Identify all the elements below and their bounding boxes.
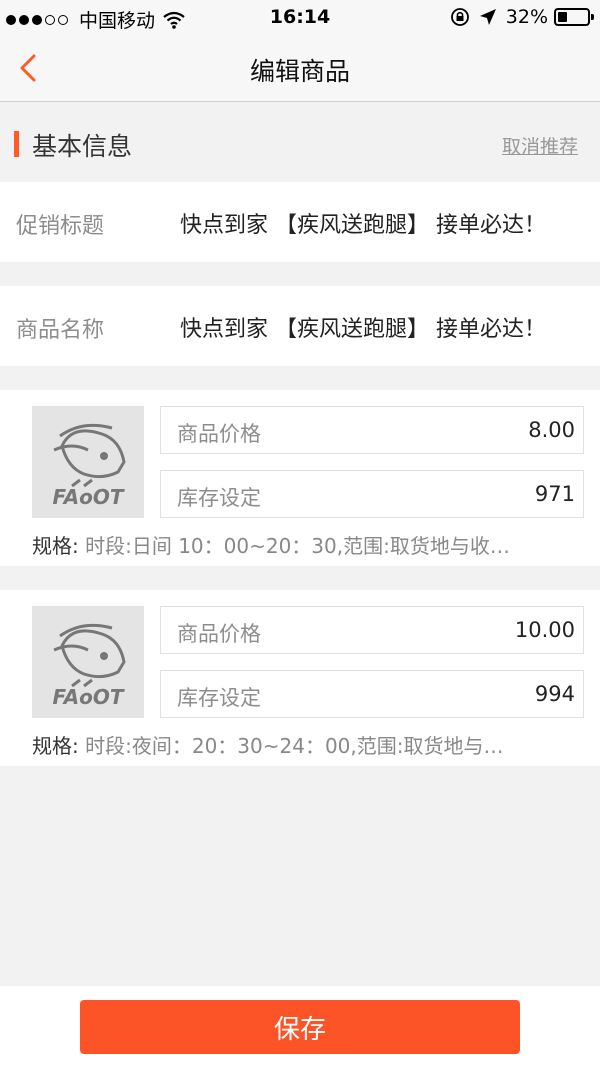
thumb-logo-text: FAoOT [53, 685, 125, 709]
spec-value: 时段:日间 10：00~20：30,范围:取货地与收… [85, 534, 510, 558]
rabbit-logo-icon: FAoOT [53, 623, 126, 709]
spec-line: 规格: 时段:夜间：20：30~24：00,范围:取货地与… [32, 730, 572, 759]
page-title: 编辑商品 [249, 57, 350, 86]
price-label: 商品价格 [177, 422, 261, 446]
product-name-row[interactable]: 商品名称 快点到家 【疾风送跑腿】 接单必达！ [0, 286, 600, 366]
save-button[interactable]: 保存 [80, 1000, 520, 1054]
battery-level [558, 12, 567, 22]
status-bar: 中国移动 16:14 32% [0, 0, 600, 34]
thumb-logo-text: FAoOT [53, 485, 125, 509]
spec-value: 时段:夜间：20：30~24：00,范围:取货地与… [85, 734, 504, 758]
battery-icon [554, 8, 594, 26]
product-card: FAoOT 商品价格 10.00 库存设定 994 规格: 时段:夜间：20：3… [0, 590, 600, 766]
promo-title-value[interactable]: 快点到家 【疾风送跑腿】 接单必达！ [180, 207, 546, 239]
product-thumbnail: FAoOT [32, 406, 144, 518]
rabbit-logo-icon: FAoOT [53, 423, 126, 509]
price-value: 8.00 [528, 418, 575, 442]
section-header-basic-info: 基本信息 取消推荐 [0, 103, 600, 182]
section-title: 基本信息 [32, 132, 133, 161]
location-arrow-icon [479, 9, 496, 25]
stock-value: 971 [534, 482, 575, 506]
price-input[interactable]: 商品价格 10.00 [160, 606, 584, 654]
price-value: 10.00 [514, 618, 575, 642]
bottom-bar: 保存 [0, 986, 600, 1067]
stock-input[interactable]: 库存设定 994 [160, 670, 584, 718]
stock-label: 库存设定 [177, 686, 261, 710]
product-card: FAoOT 商品价格 8.00 库存设定 971 规格: 时段:日间 10：00… [0, 390, 600, 566]
product-name-label: 商品名称 [16, 318, 105, 343]
spec-label: 规格: [32, 734, 79, 758]
cancel-recommend-link[interactable]: 取消推荐 [502, 132, 578, 159]
section-marker [14, 131, 19, 157]
price-input[interactable]: 商品价格 8.00 [160, 406, 584, 454]
product-thumbnail: FAoOT [32, 606, 144, 718]
promo-title-row[interactable]: 促销标题 快点到家 【疾风送跑腿】 接单必达！ [0, 182, 600, 262]
spec-label: 规格: [32, 534, 79, 558]
battery-percent: 32% [505, 6, 548, 28]
rotation-lock-icon [450, 8, 469, 26]
nav-bar: 编辑商品 [0, 34, 600, 102]
stock-value: 994 [534, 682, 575, 706]
status-right: 32% [450, 6, 594, 28]
stock-label: 库存设定 [177, 486, 261, 510]
product-name-value[interactable]: 快点到家 【疾风送跑腿】 接单必达！ [180, 311, 546, 343]
price-label: 商品价格 [177, 622, 261, 646]
spec-line: 规格: 时段:日间 10：00~20：30,范围:取货地与收… [32, 530, 572, 559]
stock-input[interactable]: 库存设定 971 [160, 470, 584, 518]
promo-title-label: 促销标题 [16, 214, 105, 239]
